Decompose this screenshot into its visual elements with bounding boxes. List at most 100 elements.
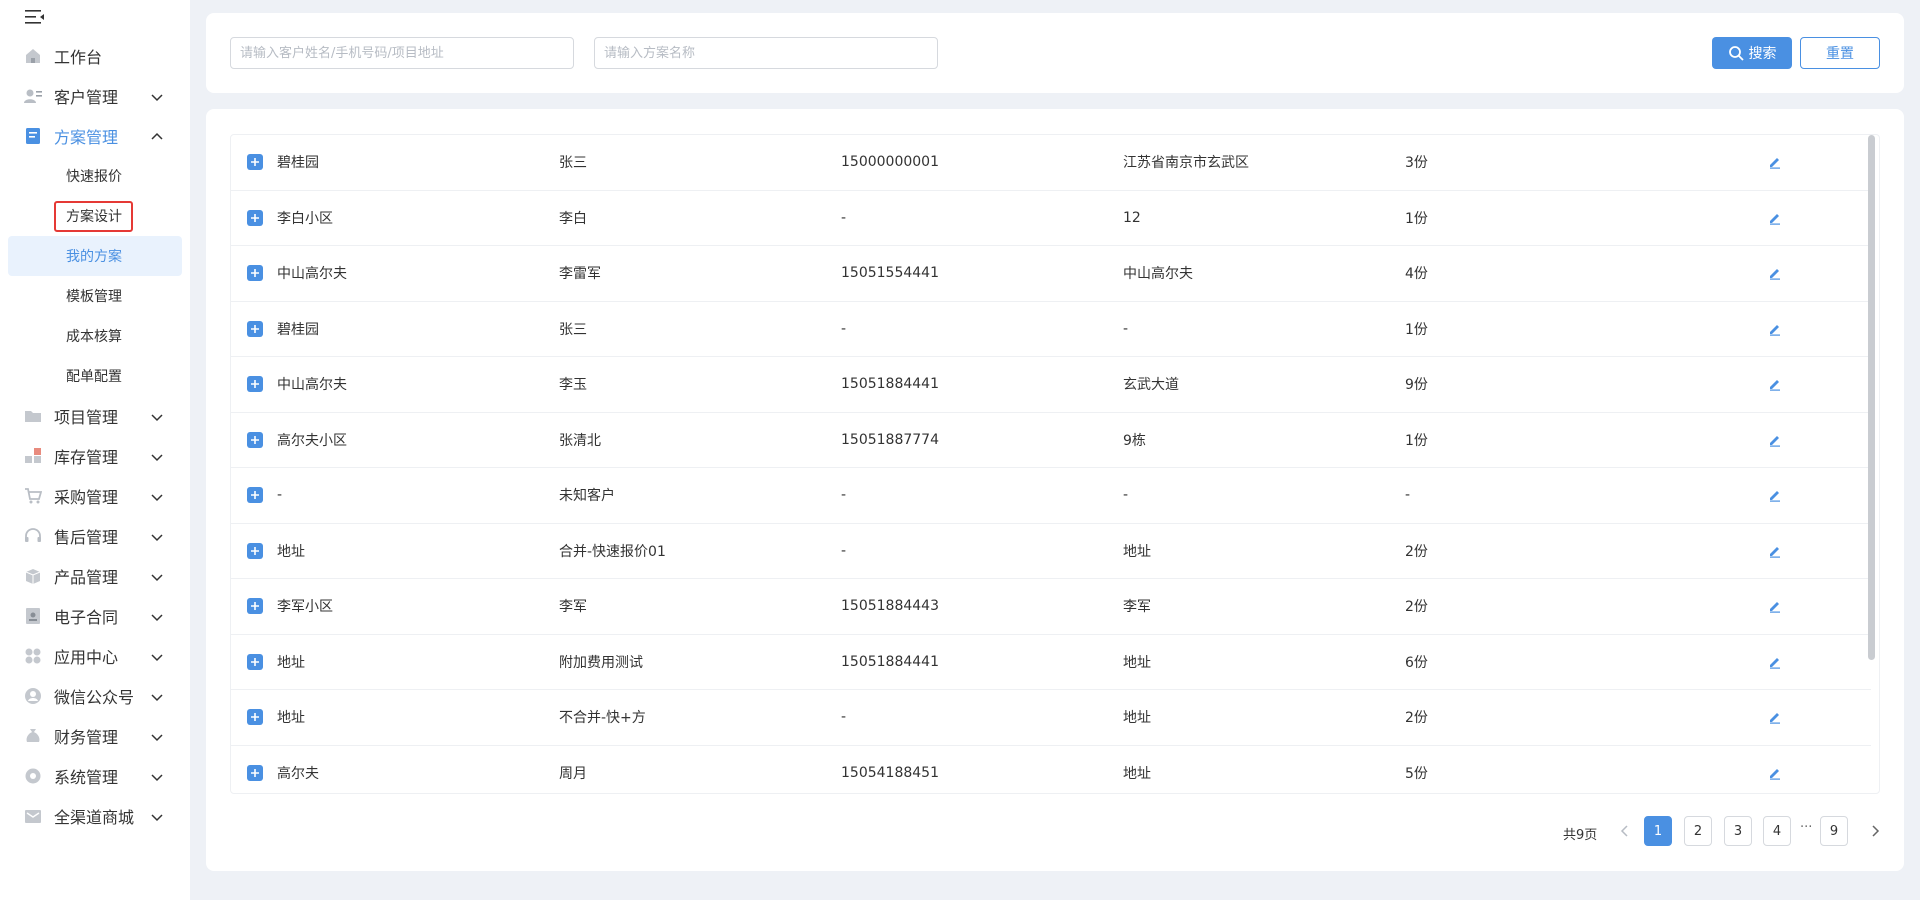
customer-search-input[interactable] [230,37,574,69]
sidebar-item-inventory[interactable]: 库存管理 [0,436,190,476]
chevron-left-icon[interactable] [1618,824,1632,838]
cell-customer-name: 周月 [559,765,587,782]
gear-icon [24,767,42,785]
sidebar-item-plan[interactable]: 方案管理 [0,116,190,156]
sidebar-item-product[interactable]: 产品管理 [0,556,190,596]
table-row[interactable]: 高尔夫小区 张清北 15051887774 9栋 1份 [231,413,1871,468]
sidebar-subitem-template[interactable]: 模板管理 [0,276,190,316]
expand-plus-icon[interactable] [247,542,263,559]
apps-icon [24,647,42,665]
chevron-down-icon [150,809,164,823]
cell-phone: 15051887774 [841,431,939,448]
page-button-3[interactable]: 3 [1724,816,1752,846]
reset-button[interactable]: 重置 [1800,37,1880,69]
page-button-1[interactable]: 1 [1644,816,1672,846]
edit-pencil-icon[interactable] [1767,376,1783,392]
sidebar-item-workbench[interactable]: 工作台 [0,36,190,76]
sidebar-subitem-cost[interactable]: 成本核算 [0,316,190,356]
sidebar-item-system[interactable]: 系统管理 [0,756,190,796]
sidebar-subitem-plan-design[interactable]: 方案设计 [0,196,190,236]
cell-plan-name: 高尔夫 [277,765,319,782]
table-scrollbar[interactable] [1868,135,1875,660]
cell-plan-count: 1份 [1405,210,1428,227]
chevron-right-icon[interactable] [1868,824,1882,838]
edit-pencil-icon[interactable] [1767,709,1783,725]
table-row[interactable]: 高尔夫 周月 15054188451 地址 5份 [231,746,1871,794]
document-icon [24,127,42,145]
expand-plus-icon[interactable] [247,598,263,614]
chevron-down-icon [150,769,164,783]
table-row[interactable]: 李白小区 李白 - 12 1份 [231,191,1871,246]
pagination-ellipsis[interactable]: ··· [1800,820,1812,835]
table-row[interactable]: 地址 附加费用测试 15051884441 地址 6份 [231,635,1871,690]
edit-pencil-icon[interactable] [1767,265,1783,281]
expand-plus-icon[interactable] [247,154,263,170]
expand-plus-icon[interactable] [247,764,263,781]
menu-collapse-icon[interactable] [24,8,46,26]
sidebar-subitem-order-config[interactable]: 配单配置 [0,356,190,396]
edit-pencil-icon[interactable] [1767,598,1783,614]
table-row[interactable]: - 未知客户 - - - [231,468,1871,524]
pagination-total: 共9页 [1563,828,1598,843]
edit-pencil-icon[interactable] [1767,543,1783,559]
expand-plus-icon[interactable] [247,320,263,337]
table-row[interactable]: 中山高尔夫 李玉 15051884441 玄武大道 9份 [231,357,1871,413]
cell-plan-name: 中山高尔夫 [277,266,347,283]
sidebar-item-finance[interactable]: 财务管理 [0,716,190,756]
sidebar-item-project[interactable]: 项目管理 [0,396,190,436]
expand-plus-icon[interactable] [247,431,263,448]
cell-address: 李军 [1123,599,1151,616]
sidebar-item-wechat[interactable]: 微信公众号 [0,676,190,716]
page-button-9[interactable]: 9 [1820,816,1848,846]
folder-icon [24,407,42,425]
edit-pencil-icon[interactable] [1767,487,1783,503]
edit-pencil-icon[interactable] [1767,654,1783,670]
cell-plan-name: 地址 [277,543,305,560]
edit-pencil-icon[interactable] [1767,210,1783,226]
cell-plan-count: 1份 [1405,321,1428,338]
cell-phone: - [841,209,847,226]
cell-address: 玄武大道 [1123,377,1179,394]
cell-plan-count: 2份 [1405,543,1428,560]
cell-customer-name: 未知客户 [559,488,615,505]
cell-phone: - [841,709,847,726]
expand-plus-icon[interactable] [247,487,263,503]
expand-plus-icon[interactable] [247,376,263,392]
expand-plus-icon[interactable] [247,653,263,670]
expand-plus-icon[interactable] [247,709,263,725]
edit-pencil-icon[interactable] [1767,432,1783,448]
cell-address: 地址 [1123,654,1151,671]
expand-plus-icon[interactable] [247,209,263,226]
sidebar: 工作台 客户管理 方案管理 快速报价 方案设计 我的方案 模板管理 成本核算 配… [0,0,190,900]
user-circle-icon [24,687,42,705]
table-row[interactable]: 地址 合并-快速报价01 - 地址 2份 [231,524,1871,579]
cell-plan-count: 4份 [1405,266,1428,283]
page-button-2[interactable]: 2 [1684,816,1712,846]
sidebar-item-aftersale[interactable]: 售后管理 [0,516,190,556]
sidebar-subitem-my-plans[interactable]: 我的方案 [8,236,182,276]
sidebar-item-purchase[interactable]: 采购管理 [0,476,190,516]
plan-name-input[interactable] [594,37,938,69]
cell-address: - [1123,487,1129,504]
sidebar-item-customer[interactable]: 客户管理 [0,76,190,116]
table-row[interactable]: 地址 不合并-快+方 - 地址 2份 [231,690,1871,746]
sidebar-item-appcenter[interactable]: 应用中心 [0,636,190,676]
edit-pencil-icon[interactable] [1767,321,1783,337]
table-row[interactable]: 中山高尔夫 李雷军 15051554441 中山高尔夫 4份 [231,246,1871,302]
table-row[interactable]: 碧桂园 张三 15000000001 江苏省南京市玄武区 3份 [231,135,1871,191]
page-button-4[interactable]: 4 [1763,816,1791,846]
sidebar-subitem-quick-quote[interactable]: 快速报价 [0,156,190,196]
table-row[interactable]: 李军小区 李军 15051884443 李军 2份 [231,579,1871,635]
chevron-down-icon [150,449,164,463]
edit-pencil-icon[interactable] [1767,154,1783,170]
expand-plus-icon[interactable] [247,265,263,281]
inventory-icon [24,447,42,465]
search-button[interactable]: 搜索 [1712,37,1792,69]
cell-plan-count: 5份 [1405,765,1428,782]
chevron-down-icon [150,609,164,623]
box-icon [24,567,42,585]
sidebar-item-contract[interactable]: 电子合同 [0,596,190,636]
edit-pencil-icon[interactable] [1767,765,1783,781]
table-row[interactable]: 碧桂园 张三 - - 1份 [231,302,1871,357]
sidebar-item-mall[interactable]: 全渠道商城 [0,796,190,836]
